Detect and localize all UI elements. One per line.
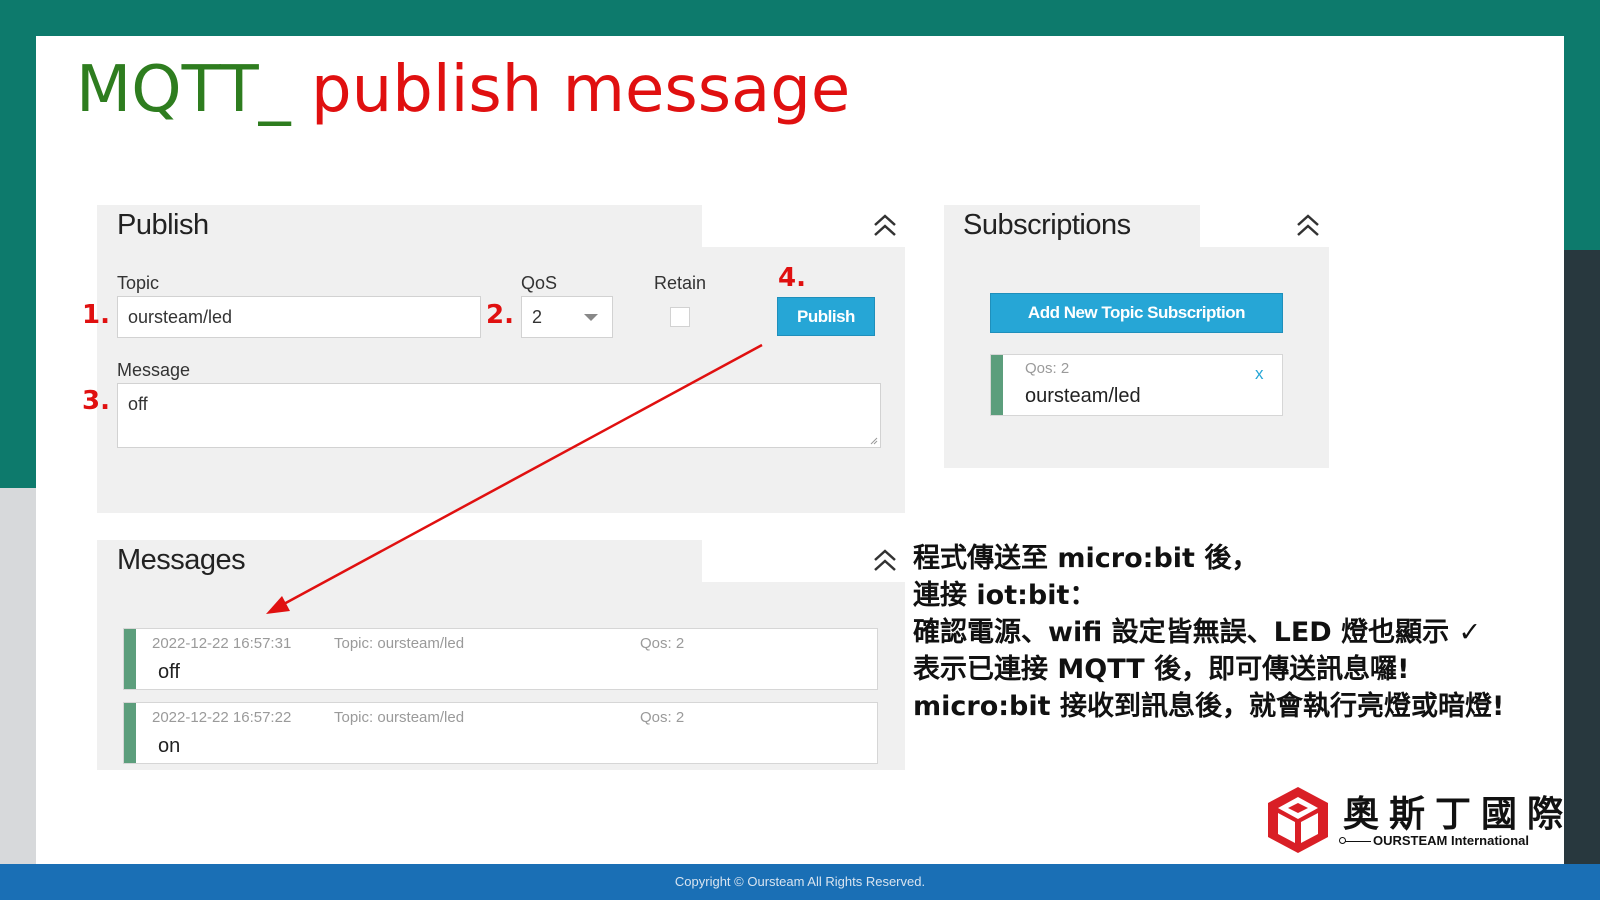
footer-copyright: Copyright © Oursteam All Rights Reserved…: [0, 864, 1600, 900]
logo-english-name: OURSTEAM International: [1373, 833, 1530, 848]
logo-chinese-name: 奧斯丁國際: [1343, 794, 1574, 835]
description-text: 程式傳送至 micro:bit 後， 連接 iot:bit： 確認電源、wifi…: [913, 540, 1553, 725]
description-line: micro:bit 接收到訊息後，就會執行亮燈或暗燈!: [913, 691, 1505, 722]
description-line: 表示已連接 MQTT 後，即可傳送訊息囉!: [913, 654, 1410, 685]
description-line: 程式傳送至 micro:bit 後，: [913, 543, 1259, 574]
logo-cube-icon: [1268, 787, 1328, 853]
description-line: 確認電源、wifi 設定皆無誤、LED 燈也顯示 ✓: [913, 617, 1482, 648]
description-line: 連接 iot:bit：: [913, 580, 1097, 611]
flow-arrow: [266, 343, 763, 614]
company-logo: 奧斯丁國際 OURSTEAM International: [1265, 785, 1563, 855]
logo-line: [1345, 841, 1371, 842]
